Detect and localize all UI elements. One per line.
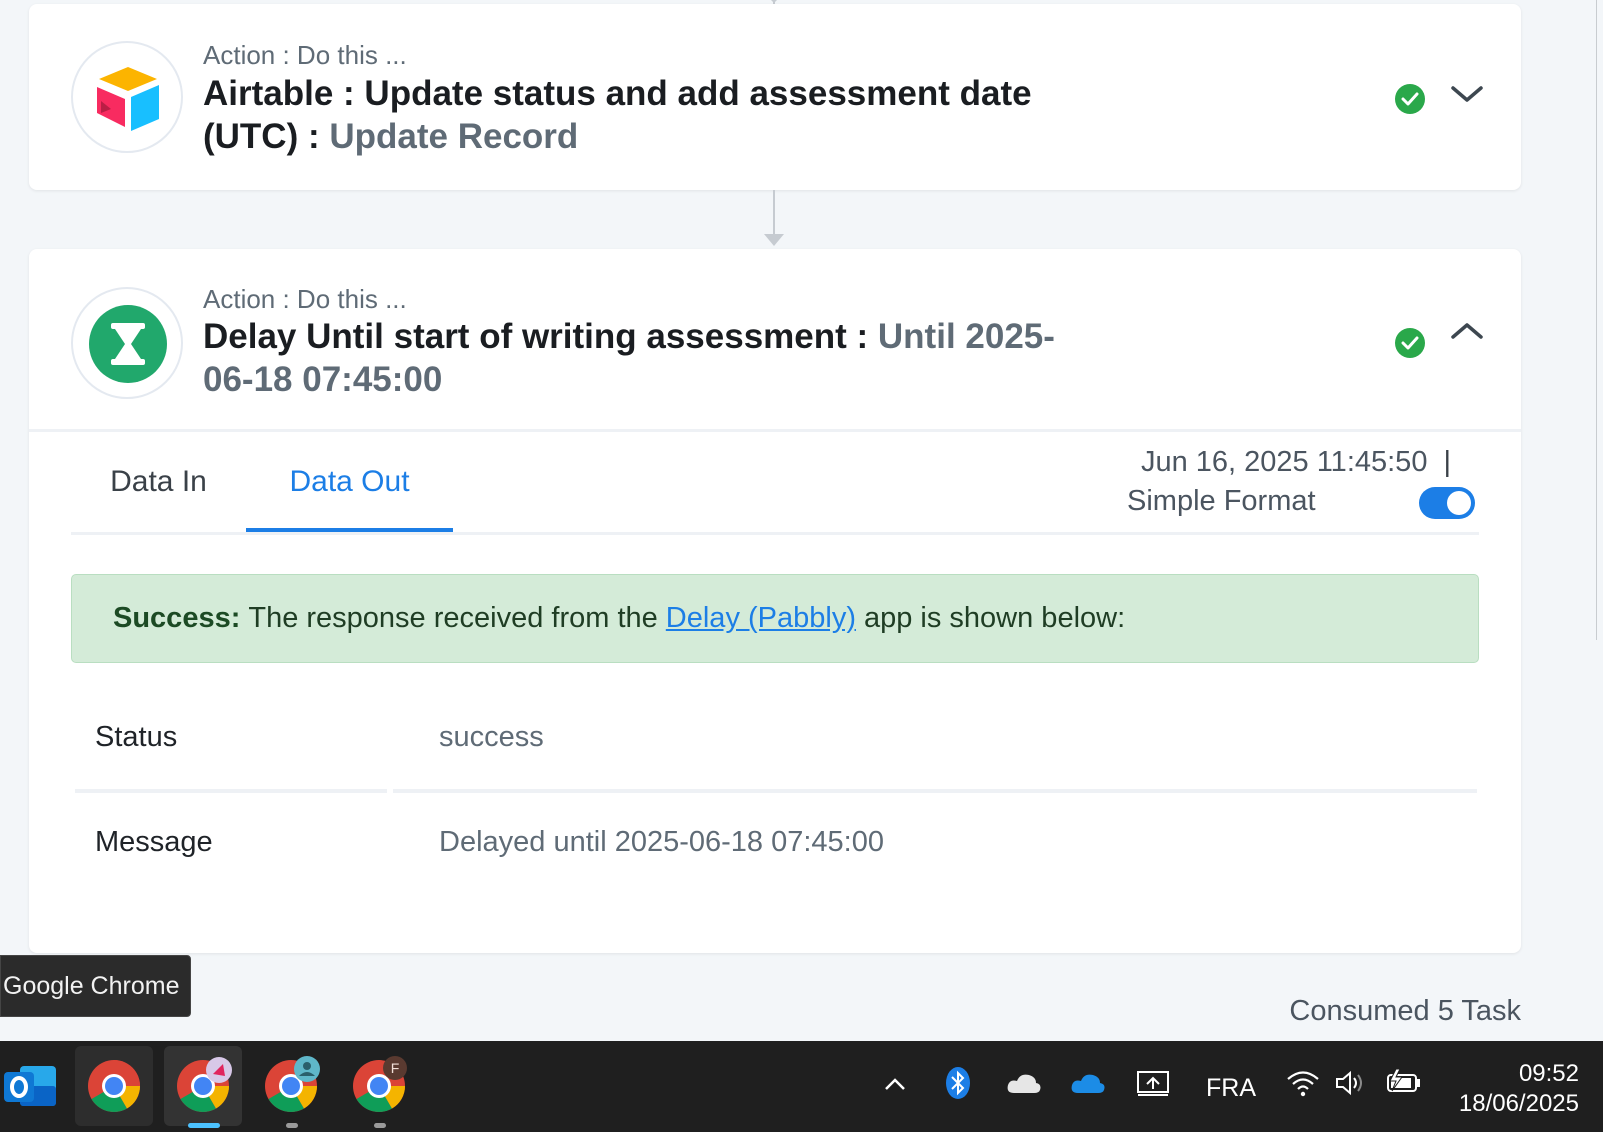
input-language[interactable]: FRA — [1206, 1074, 1256, 1103]
consumed-tasks-count: Consumed 5 Task — [1289, 995, 1521, 1027]
chevron-up-icon[interactable] — [1449, 319, 1485, 343]
field-row: Message Delayed until 2025-06-18 07:45:0… — [75, 794, 1477, 894]
timestamp-text: Jun 16, 2025 11:45:50 — [1140, 446, 1428, 478]
running-app-indicator — [286, 1123, 298, 1128]
battery-charging-icon[interactable] — [1384, 1067, 1422, 1097]
simple-format-label: Simple Format — [1127, 485, 1316, 517]
onedrive-icon[interactable] — [1070, 1071, 1106, 1095]
bluetooth-icon[interactable] — [944, 1065, 972, 1101]
chrome-icon[interactable] — [84, 1056, 144, 1116]
airtable-logo-icon — [71, 41, 183, 153]
execution-timestamp: Jun 16, 2025 11:45:50 | — [1141, 446, 1479, 479]
system-clock[interactable]: 09:52 18/06/2025 — [1459, 1059, 1579, 1119]
workflow-step-airtable[interactable]: Action : Do this ... Airtable : Update s… — [29, 4, 1521, 190]
chevron-up-icon[interactable] — [882, 1071, 908, 1097]
simple-format-toggle[interactable] — [1419, 487, 1475, 519]
outlook-icon[interactable] — [2, 1056, 62, 1116]
alert-label: Success: — [113, 602, 241, 634]
step-kicker: Action : Do this ... — [203, 40, 407, 70]
step-title-main: Airtable : Update status and add assessm… — [203, 74, 1032, 156]
taskbar-tooltip: Google Chrome — [0, 955, 191, 1017]
page-scrollbar-thumb[interactable] — [1596, 0, 1597, 640]
toggle-knob — [1447, 491, 1471, 515]
step-kicker: Action : Do this ... — [203, 284, 407, 314]
field-key: Message — [95, 826, 213, 858]
field-row: Status success — [75, 689, 1477, 789]
chrome-icon[interactable] — [173, 1056, 233, 1116]
workflow-step-delay[interactable]: Action : Do this ... Delay Until start o… — [29, 249, 1521, 953]
field-value: Delayed until 2025-06-18 07:45:00 — [439, 826, 884, 858]
tabs-divider — [71, 532, 1479, 535]
success-check-icon — [1395, 328, 1425, 358]
data-tabs: Data In Data Out Jun 16, 2025 11:45:50 | … — [71, 432, 1479, 535]
wifi-icon[interactable] — [1286, 1069, 1320, 1097]
row-divider — [75, 789, 387, 793]
delay-pabbly-link[interactable]: Delay (Pabbly) — [666, 602, 856, 635]
step-title: Airtable : Update status and add assessm… — [203, 72, 1063, 158]
chrome-icon[interactable]: F — [349, 1056, 409, 1116]
volume-icon[interactable] — [1334, 1069, 1368, 1097]
profile-initial: F — [391, 1060, 400, 1076]
windows-taskbar: F FRA 09:52 18/06/2025 — [0, 1041, 1603, 1132]
clock-time: 09:52 — [1518, 1060, 1579, 1087]
cloud-icon[interactable] — [1006, 1071, 1042, 1095]
chrome-icon[interactable] — [261, 1056, 321, 1116]
tab-data-in[interactable]: Data In — [71, 432, 246, 532]
field-key: Status — [95, 721, 178, 753]
running-app-indicator — [374, 1123, 386, 1128]
screen-share-icon[interactable] — [1136, 1068, 1170, 1098]
success-check-icon — [1395, 84, 1425, 114]
step-title-main: Delay Until start of writing assessment … — [203, 317, 878, 356]
step-connector-top-arrow — [765, 0, 783, 3]
alert-text-before: The response received from the — [248, 602, 658, 634]
timestamp-separator: | — [1443, 446, 1451, 478]
active-app-indicator — [188, 1123, 220, 1128]
alert-text-after: app is shown below: — [863, 602, 1126, 634]
tab-data-out[interactable]: Data Out — [246, 432, 453, 532]
row-divider — [393, 789, 1477, 793]
field-value: success — [439, 721, 544, 753]
step-title-action: Update Record — [329, 117, 579, 156]
clock-date: 18/06/2025 — [1458, 1090, 1579, 1117]
step-title: Delay Until start of writing assessment … — [203, 315, 1063, 401]
hourglass-icon — [71, 287, 183, 399]
success-alert: Success: The response received from the … — [71, 574, 1479, 663]
step-connector — [773, 190, 775, 236]
step-connector-arrow — [764, 234, 784, 246]
chevron-down-icon[interactable] — [1449, 82, 1485, 106]
